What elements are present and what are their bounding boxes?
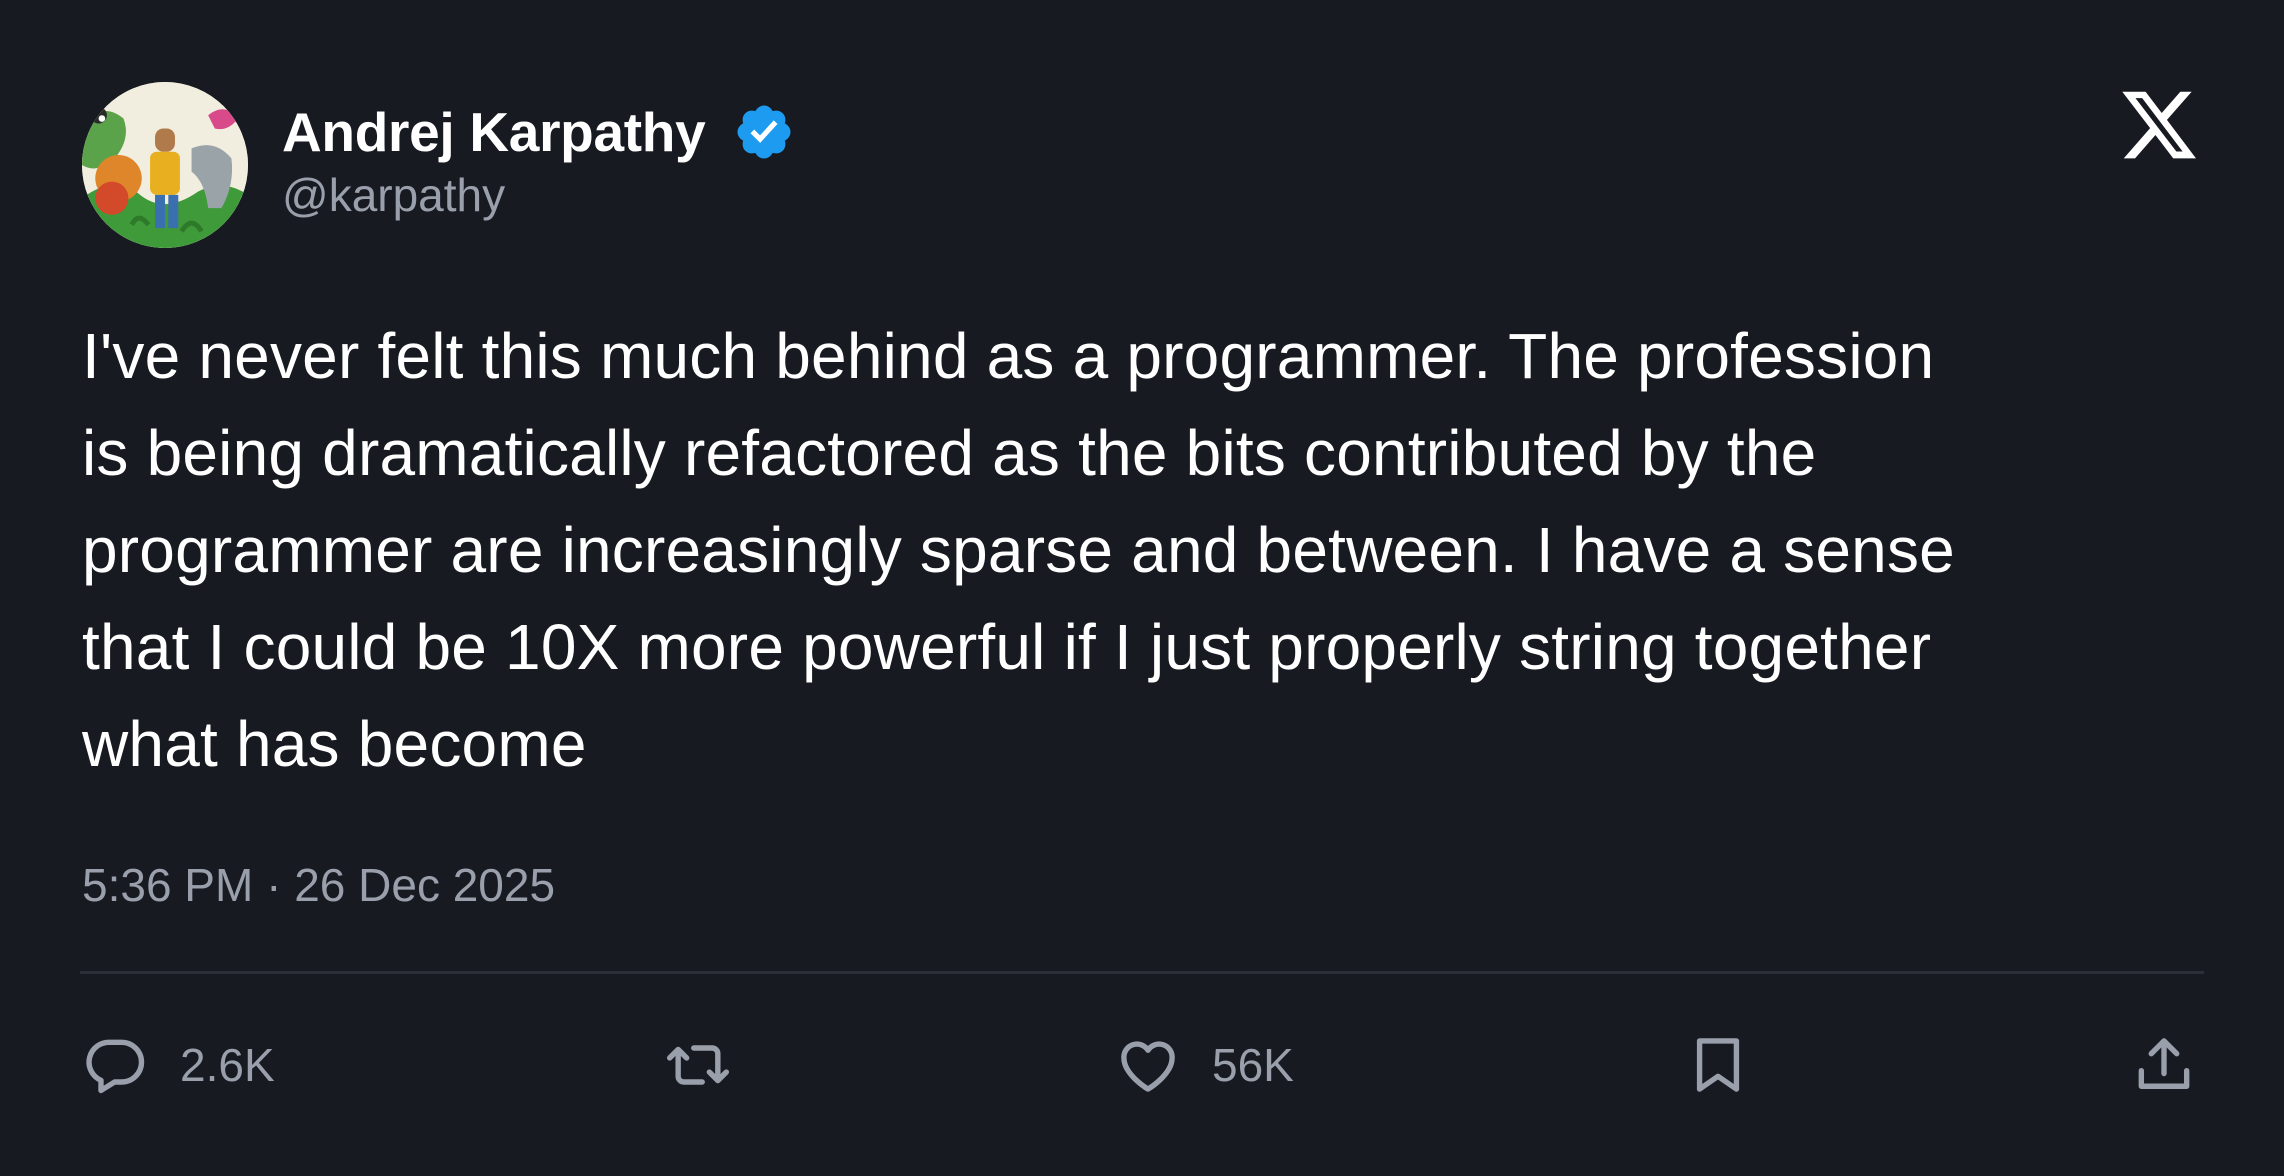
- share-button[interactable]: [2130, 1010, 2198, 1120]
- author-display-name[interactable]: Andrej Karpathy: [282, 100, 706, 164]
- tweet-timestamp[interactable]: 5:36 PM · 26 Dec 2025: [82, 858, 555, 912]
- tweet-text-line: that I could be 10X more powerful if I j…: [82, 611, 1932, 683]
- author-handle[interactable]: @karpathy: [282, 168, 505, 222]
- tweet-text-line: what has become: [82, 708, 587, 780]
- bookmark-button[interactable]: [1684, 1010, 1752, 1120]
- tweet-text: I've never felt this much behind as a pr…: [82, 308, 2242, 793]
- divider: [80, 971, 2204, 974]
- tweet-text-line: I've never felt this much behind as a pr…: [82, 320, 1935, 392]
- avatar[interactable]: [82, 82, 248, 248]
- reply-icon: [86, 1039, 145, 1094]
- like-button[interactable]: 56K: [1114, 1010, 1294, 1120]
- heart-icon: [1121, 1041, 1175, 1092]
- bookmark-icon: [1696, 1038, 1740, 1092]
- retweet-button[interactable]: [664, 1010, 732, 1120]
- reply-count: 2.6K: [180, 1039, 275, 1091]
- avatar-illustration-icon: [82, 82, 248, 248]
- like-count: 56K: [1212, 1039, 1294, 1091]
- reply-button[interactable]: 2.6K: [82, 1010, 275, 1120]
- tweet-card: Andrej Karpathy @karpathy I've never fel…: [0, 0, 2284, 1176]
- share-icon: [2138, 1038, 2190, 1089]
- tweet-text-line: programmer are increasingly sparse and b…: [82, 514, 1955, 586]
- author-name-row[interactable]: Andrej Karpathy: [282, 96, 795, 168]
- retweet-icon: [666, 1045, 730, 1085]
- x-logo-icon[interactable]: [2118, 84, 2200, 166]
- tweet-text-line: is being dramatically refactored as the …: [82, 417, 1817, 489]
- action-bar: 2.6K 56K: [0, 1010, 2284, 1120]
- verified-badge-icon: [733, 101, 795, 163]
